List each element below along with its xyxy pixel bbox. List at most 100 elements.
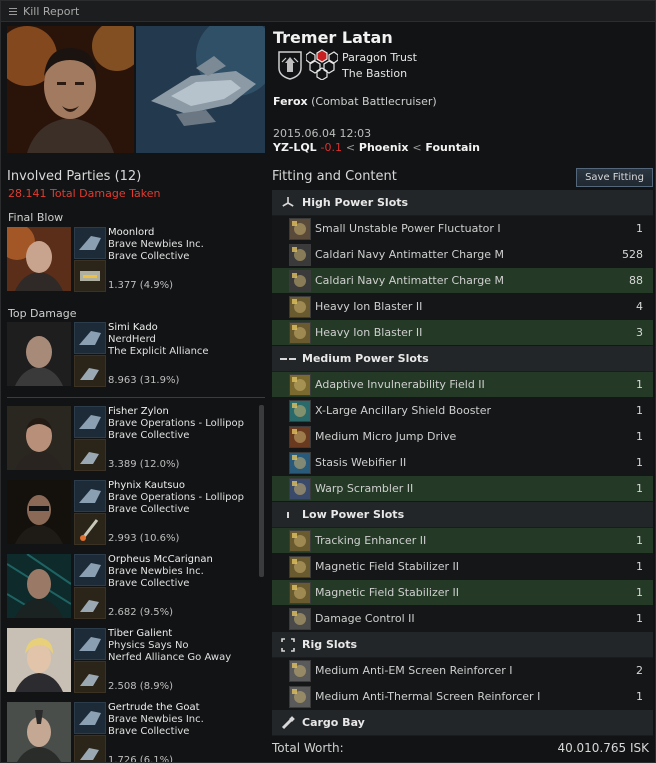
attacker-ship-icon[interactable]	[74, 406, 106, 438]
attacker-portrait[interactable]	[1, 224, 71, 291]
attacker-corp[interactable]: Brave Newbies Inc.	[108, 714, 204, 725]
attacker-alliance[interactable]: Brave Collective	[108, 504, 189, 515]
constellation-name[interactable]: Phoenix	[359, 141, 409, 154]
attacker-entry[interactable]: Fisher Zylon Brave Operations - Lollipop…	[7, 406, 267, 472]
fitting-group-header[interactable]: Medium Power Slots	[272, 346, 653, 372]
power-fluctuator-icon[interactable]	[289, 217, 311, 240]
fitting-item-row[interactable]: Small Unstable Power Fluctuator I 1	[272, 216, 653, 242]
attacker-weapon-icon[interactable]	[74, 355, 106, 387]
attacker-portrait[interactable]	[7, 406, 71, 470]
webifier-icon[interactable]	[289, 451, 311, 474]
attacker-alliance[interactable]: The Explicit Alliance	[108, 346, 209, 357]
tracking-enhancer-icon[interactable]	[289, 529, 311, 552]
shield-booster-icon[interactable]	[289, 399, 311, 422]
corp-logo-icon[interactable]	[277, 50, 303, 80]
victim-name[interactable]: Tremer Latan	[273, 28, 393, 47]
fitting-item-row[interactable]: Adaptive Invulnerability Field II 1	[272, 372, 653, 398]
attacker-pilot[interactable]: Fisher Zylon	[108, 406, 169, 417]
ammo-icon[interactable]	[289, 269, 311, 292]
attacker-pilot[interactable]: Tiber Galient	[108, 628, 172, 639]
victim-ship-render[interactable]	[136, 26, 265, 153]
fitting-group-header[interactable]: Rig Slots	[272, 632, 653, 658]
attacker-corp[interactable]: Brave Newbies Inc.	[108, 566, 204, 577]
alliance-logo-icon[interactable]	[305, 48, 339, 81]
victim-alliance[interactable]: The Bastion	[342, 67, 407, 80]
attacker-pilot[interactable]: Simi Kado	[108, 322, 158, 333]
attacker-pilot[interactable]: Moonlord	[108, 227, 154, 238]
attacker-portrait[interactable]	[7, 628, 71, 692]
rig-icon[interactable]	[289, 659, 311, 682]
attacker-alliance[interactable]: Brave Collective	[108, 251, 189, 262]
victim-corp[interactable]: Paragon Trust	[342, 51, 417, 64]
blaster-icon[interactable]	[289, 295, 311, 318]
title-bar[interactable]: Kill Report	[1, 1, 655, 22]
attacker-corp[interactable]: Brave Newbies Inc.	[108, 239, 204, 250]
window-menu-icon[interactable]	[9, 7, 17, 15]
shield-hardener-icon[interactable]	[289, 373, 311, 396]
attacker-entry[interactable]: Orpheus McCarignan Brave Newbies Inc. Br…	[6, 553, 267, 620]
fitting-item-row[interactable]: Heavy Ion Blaster II 4	[272, 294, 653, 320]
attacker-portrait[interactable]	[7, 480, 71, 544]
damage-control-icon[interactable]	[289, 607, 311, 630]
mag-stab-icon[interactable]	[289, 581, 311, 604]
attacker-ship-icon[interactable]	[74, 322, 106, 354]
attacker-weapon-icon[interactable]	[74, 439, 106, 471]
attacker-weapon-icon[interactable]	[74, 260, 106, 292]
attacker-alliance[interactable]: Brave Collective	[108, 726, 189, 737]
attacker-top-damage[interactable]: Simi Kado NerdHerd The Explicit Alliance…	[7, 322, 267, 388]
attacker-corp[interactable]: Brave Operations - Lollipop	[108, 418, 244, 429]
attacker-portrait[interactable]	[6, 553, 72, 619]
attacker-weapon-icon[interactable]	[74, 587, 106, 619]
mag-stab-icon[interactable]	[289, 555, 311, 578]
fitting-item-row[interactable]: Warp Scrambler II 1	[272, 476, 653, 502]
fitting-group-header[interactable]: High Power Slots	[272, 190, 653, 216]
attacker-ship-icon[interactable]	[74, 702, 106, 734]
attacker-portrait[interactable]	[7, 322, 71, 386]
system-name[interactable]: YZ-LQL	[273, 141, 317, 154]
attacker-weapon-icon[interactable]	[74, 661, 106, 693]
fitting-item-row[interactable]: Medium Micro Jump Drive 1	[272, 424, 653, 450]
attacker-weapon-icon[interactable]	[74, 513, 106, 545]
fitting-item-row[interactable]: Tracking Enhancer II 1	[272, 528, 653, 554]
attacker-entry[interactable]: Phynix Kautsuo Brave Operations - Lollip…	[7, 480, 267, 546]
attacker-ship-icon[interactable]	[74, 628, 106, 660]
fitting-item-row[interactable]: Caldari Navy Antimatter Charge M 88	[272, 268, 653, 294]
attacker-pilot[interactable]: Gertrude the Goat	[108, 702, 200, 713]
fitting-item-row[interactable]: Magnetic Field Stabilizer II 1	[272, 580, 653, 606]
attacker-entry[interactable]: Gertrude the Goat Brave Newbies Inc. Bra…	[7, 702, 267, 762]
scrambler-icon[interactable]	[289, 477, 311, 500]
fitting-item-row[interactable]: X-Large Ancillary Shield Booster 1	[272, 398, 653, 424]
fitting-item-row[interactable]: Heavy Ion Blaster II 3	[272, 320, 653, 346]
fitting-group-header[interactable]: Low Power Slots	[272, 502, 653, 528]
attacker-ship-icon[interactable]	[74, 554, 106, 586]
victim-portrait[interactable]	[7, 26, 134, 153]
attacker-weapon-icon[interactable]	[74, 735, 106, 762]
attacker-portrait[interactable]	[7, 702, 71, 762]
fitting-item-row[interactable]: Medium Anti-EM Screen Reinforcer I 2	[272, 658, 653, 684]
jump-drive-icon[interactable]	[289, 425, 311, 448]
blaster-icon[interactable]	[289, 321, 311, 344]
ammo-icon[interactable]	[289, 243, 311, 266]
attacker-corp[interactable]: Physics Says No	[108, 640, 189, 651]
fitting-item-row[interactable]: Caldari Navy Antimatter Charge M 528	[272, 242, 653, 268]
attacker-ship-icon[interactable]	[74, 227, 106, 259]
rig-icon[interactable]	[289, 685, 311, 708]
fitting-item-row[interactable]: Stasis Webifier II 1	[272, 450, 653, 476]
attacker-pilot[interactable]: Orpheus McCarignan	[108, 554, 213, 565]
attacker-ship-icon[interactable]	[74, 480, 106, 512]
region-name[interactable]: Fountain	[425, 141, 480, 154]
fitting-item-row[interactable]: Magnetic Field Stabilizer II 1	[272, 554, 653, 580]
attacker-final-blow[interactable]: Moonlord Brave Newbies Inc. Brave Collec…	[1, 224, 267, 293]
fitting-item-row[interactable]: Medium Anti-Thermal Screen Reinforcer I 1	[272, 684, 653, 710]
attacker-corp[interactable]: NerdHerd	[108, 334, 156, 345]
attacker-corp[interactable]: Brave Operations - Lollipop	[108, 492, 244, 503]
victim-ship-name[interactable]: Ferox	[273, 95, 308, 108]
attacker-pilot[interactable]: Phynix Kautsuo	[108, 480, 185, 491]
attacker-alliance[interactable]: Nerfed Alliance Go Away	[108, 652, 231, 663]
save-fitting-button[interactable]: Save Fitting	[576, 168, 653, 187]
fitting-item-row[interactable]: Damage Control II 1	[272, 606, 653, 632]
attacker-alliance[interactable]: Brave Collective	[108, 578, 189, 589]
attacker-alliance[interactable]: Brave Collective	[108, 430, 189, 441]
fitting-group-header[interactable]: Cargo Bay	[272, 710, 653, 736]
attackers-scrollbar[interactable]	[259, 405, 264, 577]
